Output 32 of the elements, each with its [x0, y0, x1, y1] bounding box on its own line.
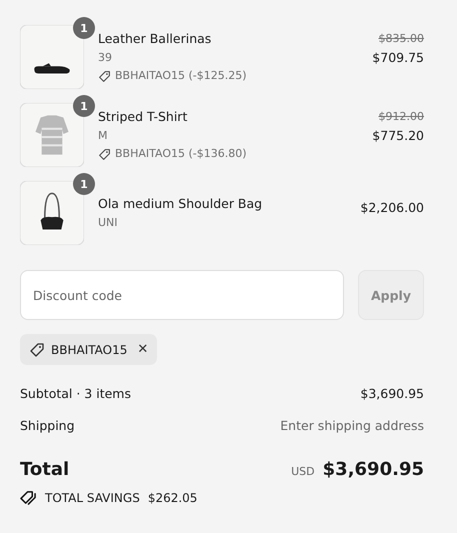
product-variant: M — [98, 128, 108, 144]
currency: USD — [291, 465, 315, 478]
total-label: Total — [20, 459, 70, 480]
savings-amount: $262.05 — [148, 490, 198, 504]
price: $709.75 — [372, 49, 424, 67]
tag-icon — [98, 148, 111, 160]
total-amount: $3,690.95 — [322, 459, 424, 480]
summary-label: Shipping — [20, 417, 75, 435]
product-name: Ola medium Shoulder Bag — [98, 195, 264, 213]
product-name: Leather Ballerinas — [98, 30, 212, 48]
original-price: $912.00 — [378, 109, 424, 125]
discount-code-field[interactable]: Discount code — [20, 270, 344, 320]
discount-code: BBHAITAO15 — [51, 342, 128, 356]
original-price: $835.00 — [378, 31, 424, 47]
quantity-badge: 1 — [73, 95, 95, 117]
price: $775.20 — [372, 127, 424, 145]
quantity-badge: 1 — [73, 17, 95, 39]
product-name: Striped T-Shirt — [98, 108, 188, 126]
close-button[interactable]: ✕ — [133, 342, 148, 357]
product-variant: 39 — [98, 50, 113, 66]
tag-icon — [98, 70, 111, 82]
summary-value: $3,690.95 — [360, 385, 424, 403]
product-variant: UNI — [98, 215, 119, 231]
savings-label: TOTAL SAVINGS — [45, 490, 140, 504]
summary-label: Subtotal · 3 items — [20, 385, 131, 403]
tags-icon — [20, 490, 37, 505]
discount-text: BBHAITAO15 (-$136.80) — [115, 146, 247, 162]
price: $2,206.00 — [360, 199, 424, 217]
quantity-badge: 1 — [73, 173, 95, 195]
summary-value: Enter shipping address — [280, 417, 424, 435]
tag-icon — [29, 342, 45, 358]
discount-text: BBHAITAO15 (-$125.25) — [115, 68, 247, 84]
